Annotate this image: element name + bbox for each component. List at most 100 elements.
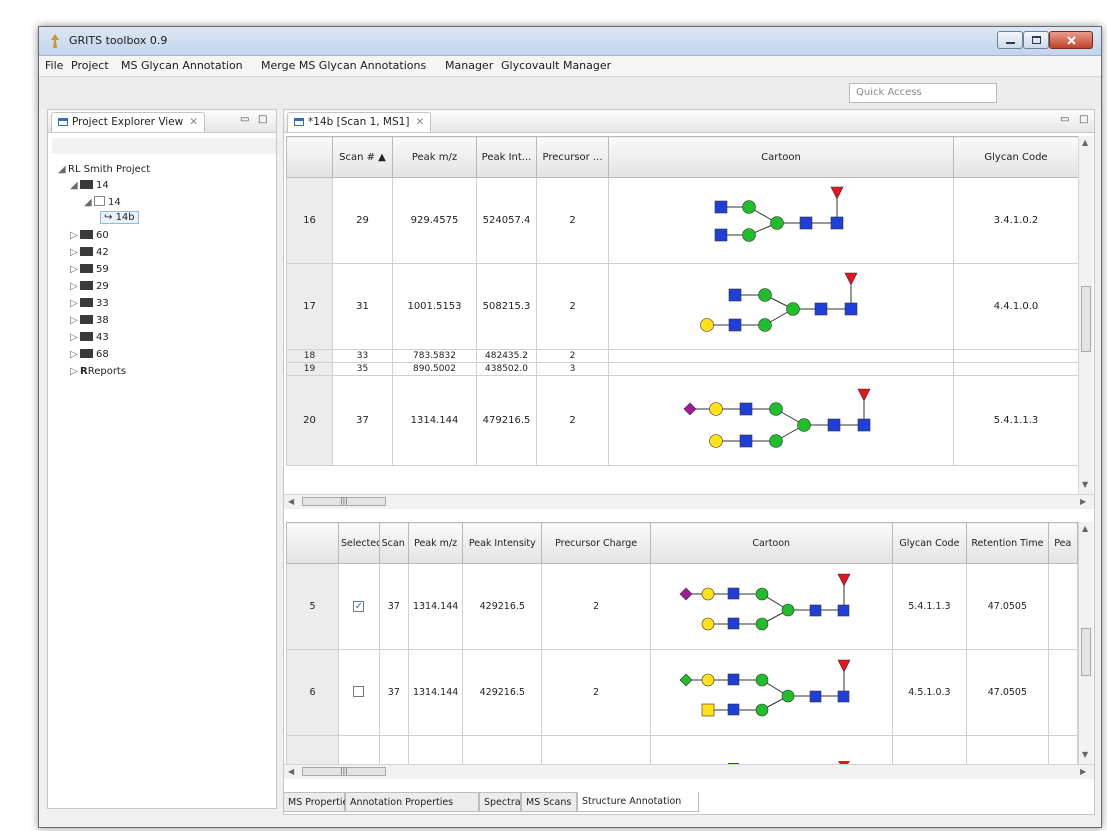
tab-editor-14b[interactable]: *14b [Scan 1, MS1] ✕: [287, 112, 432, 132]
annotation-table-vertical-scrollbar[interactable]: ▲ ▼: [1078, 522, 1093, 764]
glycan-code-column-header[interactable]: Glycan Code: [891, 522, 968, 564]
minimize-button[interactable]: [997, 31, 1023, 49]
tab-ms-scans[interactable]: MS Scans: [521, 792, 577, 812]
scan-column-header[interactable]: Scan #: [378, 522, 410, 564]
menu-glycovault-manager[interactable]: Glycovault Manager: [501, 59, 611, 72]
tree-node-sample[interactable]: ▷ 60: [70, 230, 109, 247]
tree-node-selected[interactable]: ↪ 14b: [100, 211, 139, 229]
menu-merge-ms-glycan-annotations[interactable]: Merge MS Glycan Annotations: [261, 59, 426, 72]
table-row[interactable]: 19 35 890.5002 438502.0 3: [286, 362, 1078, 376]
scroll-up-icon[interactable]: ▲: [1082, 524, 1088, 533]
table-row[interactable]: 20 37 1314.144 479216.5 2 5.4.1.1.3: [286, 375, 1078, 466]
cartoon-column-header[interactable]: Cartoon: [649, 522, 893, 564]
selected-checkbox-cell[interactable]: [337, 649, 380, 736]
tree-node-sample[interactable]: ▷ 42: [70, 247, 109, 264]
menu-bar: File Project MS Glycan Annotation Merge …: [39, 56, 1101, 77]
maximize-button[interactable]: [1023, 31, 1049, 49]
menu-manager[interactable]: Manager: [445, 59, 493, 72]
tree-node-label: 14: [108, 197, 121, 208]
scrollbar-thumb[interactable]: [1081, 628, 1091, 676]
tab-ms-properties[interactable]: MS Properties: [283, 792, 353, 812]
tab-structure-annotation[interactable]: Structure Annotation: [577, 792, 699, 812]
scroll-right-icon[interactable]: ▶: [1080, 497, 1086, 506]
tree-node-sample[interactable]: ▷ 29: [70, 281, 109, 298]
table-row[interactable]: 5 ✓ 37 1314.144 429216.5 2 5.4.1.1.3 47.…: [286, 563, 1078, 650]
precursor-charge-column-header[interactable]: Precursor Charge: [541, 522, 651, 564]
maximize-view-icon[interactable]: □: [1079, 114, 1088, 125]
tree-node-sample[interactable]: ▷ 43: [70, 332, 109, 349]
peak-mz-cell: 1314.144: [408, 649, 464, 736]
annotation-table-horizontal-scrollbar[interactable]: ◀ ||| ▶: [284, 764, 1094, 779]
mannose-icon: [781, 603, 795, 617]
close-button[interactable]: [1049, 31, 1093, 49]
scroll-down-icon[interactable]: ▼: [1082, 750, 1088, 759]
maximize-view-icon[interactable]: □: [258, 114, 267, 125]
scroll-down-icon[interactable]: ▼: [1082, 480, 1088, 489]
tab-annotation-properties[interactable]: Annotation Properties: [345, 792, 479, 812]
row-number: [286, 735, 339, 764]
tree-node-sample[interactable]: ▷ 68: [70, 349, 109, 366]
menu-ms-glycan-annotation[interactable]: MS Glycan Annotation: [121, 59, 243, 72]
scroll-right-icon[interactable]: ▶: [1080, 767, 1086, 776]
tree-node-sample[interactable]: ▷ 38: [70, 315, 109, 332]
scrollbar-thumb[interactable]: [1081, 286, 1091, 352]
selected-checkbox-cell[interactable]: ✓: [337, 563, 380, 650]
precursor-charge-column-header[interactable]: Precursor ...: [536, 136, 609, 178]
scroll-up-icon[interactable]: ▲: [1082, 138, 1088, 147]
editor-view-icon: [294, 118, 304, 126]
scroll-left-icon[interactable]: ◀: [288, 497, 294, 506]
selected-checkbox-cell[interactable]: [337, 735, 380, 764]
tree-node-sample[interactable]: ▷ 33: [70, 298, 109, 315]
glcnac-icon: [739, 434, 753, 448]
minimize-view-icon[interactable]: ▭: [1060, 114, 1069, 125]
glcnac-icon: [837, 604, 850, 617]
mannose-icon: [755, 703, 769, 717]
scroll-left-icon[interactable]: ◀: [288, 767, 294, 776]
galnac-icon: [701, 703, 715, 717]
table-row[interactable]: 18 33 783.5832 482435.2 2: [286, 349, 1078, 363]
table-row[interactable]: 17 31 1001.5153 508215.3 2 4.4.1.0.0: [286, 263, 1078, 350]
close-tab-icon[interactable]: ✕: [415, 116, 424, 128]
scrollbar-thumb[interactable]: |||: [302, 497, 386, 506]
quick-access-input[interactable]: Quick Access: [849, 83, 997, 103]
table-row[interactable]: 6 37 1314.144 429216.5 2 4.5.1.0.3 47.05…: [286, 649, 1078, 736]
peak-mz-column-header[interactable]: Peak m/z: [392, 136, 477, 178]
peak-intensity-column-header[interactable]: Peak Intensity: [462, 522, 543, 564]
menu-project[interactable]: Project: [71, 59, 109, 72]
tree-node-sample[interactable]: ▷ 59: [70, 264, 109, 281]
menu-file[interactable]: File: [45, 59, 63, 72]
peak-table-vertical-scrollbar[interactable]: ▲ ▼: [1078, 136, 1093, 494]
retention-time-column-header[interactable]: Retention Time: [966, 522, 1049, 564]
minimize-view-icon[interactable]: ▭: [240, 114, 249, 125]
tree-node-sample[interactable]: ◢ 14: [70, 180, 109, 197]
peak-table-horizontal-scrollbar[interactable]: ◀ ||| ▶: [284, 494, 1094, 509]
close-tab-icon[interactable]: ✕: [189, 116, 198, 128]
fucose-icon: [837, 659, 851, 673]
sample-icon: [80, 332, 93, 341]
tree-node-project[interactable]: ◢ RL Smith Project: [58, 164, 150, 181]
glcnac-icon: [799, 216, 813, 230]
tab-project-explorer[interactable]: Project Explorer View ✕: [51, 112, 206, 132]
retention-time-cell: 47.0505: [966, 563, 1049, 650]
table-row[interactable]: [286, 735, 1078, 764]
peak-intensity-column-header[interactable]: Peak Int...: [476, 136, 537, 178]
tab-spectra[interactable]: Spectra: [479, 792, 521, 812]
tree-node-label: 38: [96, 315, 109, 326]
peak-column-header[interactable]: Pea: [1047, 522, 1078, 564]
cartoon-column-header[interactable]: Cartoon: [608, 136, 954, 178]
table-row[interactable]: 16 29 929.4575 524057.4 2 3.4.1.0.2: [286, 177, 1078, 264]
glycan-code-column-header[interactable]: Glycan Code: [953, 136, 1078, 178]
charge-cell: [541, 735, 651, 764]
explorer-view-icon: [58, 118, 68, 126]
scrollbar-thumb[interactable]: |||: [302, 767, 386, 776]
editor-tab-label: *14b [Scan 1, MS1]: [308, 116, 410, 128]
checkbox-unchecked[interactable]: [353, 685, 365, 697]
annotation-table: Selected Scan # Peak m/z Peak Intensity …: [286, 522, 1078, 764]
checkbox-checked[interactable]: ✓: [353, 601, 365, 612]
tree-node-reports[interactable]: ▷ RReports: [70, 366, 126, 383]
mannose-icon: [755, 587, 769, 601]
peak-mz-column-header[interactable]: Peak m/z: [408, 522, 464, 564]
glycan-cartoon: [649, 649, 893, 736]
selected-column-header[interactable]: Selected: [337, 522, 380, 564]
scan-column-header[interactable]: Scan # ▲: [332, 136, 393, 178]
